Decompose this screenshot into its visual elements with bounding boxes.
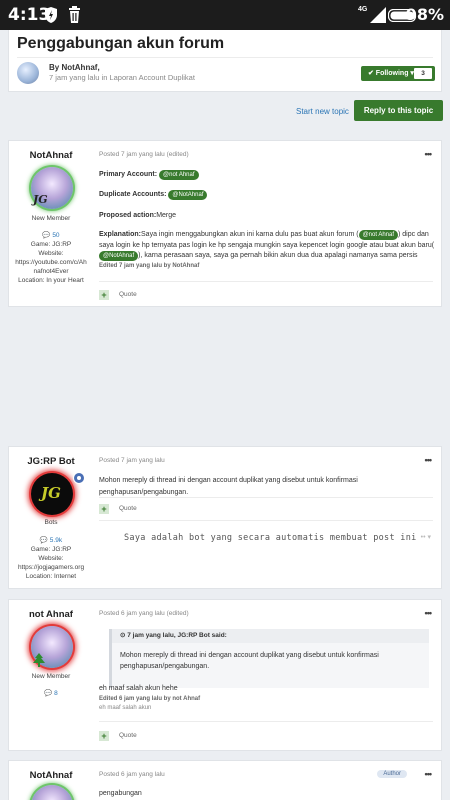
network-type: 4G (358, 6, 368, 13)
post-card: NotAhnaf JG New Member 💬 50 Game: JG:RP … (8, 140, 442, 307)
author-website[interactable]: https://jogjagamers.org (9, 563, 93, 572)
member-badge-icon (33, 653, 45, 667)
edit-reason: eh maaf salah akun (99, 705, 152, 711)
topic-header: Penggabungan akun forum By NotAhnaf, 7 j… (8, 30, 442, 92)
post-date[interactable]: Posted 7 jam yang lalu (99, 457, 165, 464)
divider (17, 57, 433, 58)
edited-note: Edited 6 jam yang lalu by not Ahnaf (99, 696, 201, 702)
author-game: Game: JG:RP (30, 546, 72, 553)
post-card: not Ahnaf New Member 💬 8 Posted 6 jam ya… (8, 599, 442, 751)
following-label: ✔ Following ▾ (368, 70, 414, 77)
divider (99, 497, 433, 498)
signature-text: Saya adalah bot yang secara automatis me… (124, 533, 417, 543)
avatar-logo-text: JG (41, 484, 61, 502)
primary-label: Primary Account: (99, 171, 158, 178)
mention-link[interactable]: @NotAhnaf (168, 190, 208, 200)
proposed-label: Proposed action: (99, 212, 157, 219)
author-rank: Bots (44, 519, 58, 526)
topic-author[interactable]: By NotAhnaf, (49, 63, 100, 72)
author-game: Game: JG:RP (30, 241, 72, 248)
battery-percent: 98% (405, 5, 444, 24)
post-author-name[interactable]: not Ahnaf (9, 609, 93, 620)
author-website-label: Website: (38, 555, 64, 562)
proposed-value: Merge (156, 212, 177, 219)
more-options-icon[interactable]: ••• (425, 149, 433, 159)
post-date[interactable]: Posted 6 jam yang lalu (99, 771, 165, 778)
quote-button[interactable]: Quote (119, 732, 137, 739)
author-post-count[interactable]: 💬 8 (9, 689, 93, 698)
author-website[interactable]: https://youtube.com/c/Ah (9, 258, 93, 267)
reaction-plus-icon[interactable]: + (99, 504, 109, 514)
quote-block: ⊙ 7 jam yang lalu, JG:RP Bot said: Mohon… (109, 629, 429, 688)
shield-lightning-icon (45, 7, 57, 23)
post-card: JG:RP Bot JG Bots 💬 5.9k Game: JG:RP Web… (8, 446, 442, 589)
more-options-icon[interactable]: ••• (425, 608, 433, 618)
author-rank: New Member (31, 673, 71, 680)
trash-icon (69, 6, 80, 23)
post-author-name[interactable]: NotAhnaf (9, 150, 93, 161)
signature-options-icon[interactable]: •• ▾ (421, 533, 431, 541)
author-location: Location: In your Heart (18, 277, 84, 284)
start-new-topic-link[interactable]: Start new topic (296, 107, 349, 116)
edited-note: Edited 7 jam yang lalu by NotAhnaf (99, 263, 200, 269)
post-text: Mohon mereply di thread ini dengan accou… (99, 477, 358, 496)
author-rank: New Member (31, 215, 71, 222)
post-text: eh maaf salah akun hehe (99, 685, 178, 692)
post-date[interactable]: Posted 6 jam yang lalu (edited) (99, 610, 189, 617)
divider (99, 721, 433, 722)
quote-button[interactable]: Quote (119, 505, 137, 512)
author-post-count[interactable]: 💬 5.9k (9, 536, 93, 545)
post-text: pengabungan (99, 790, 142, 797)
post-author-name[interactable]: NotAhnaf (9, 770, 93, 781)
author-location: Location: Internet (25, 573, 77, 580)
mention-link[interactable]: @NotAhnaf (99, 251, 139, 261)
bot-badge-icon (73, 472, 85, 484)
duplicate-label: Duplicate Accounts: (99, 191, 167, 198)
mention-link[interactable]: @not Ahnaf (159, 170, 199, 180)
reply-to-topic-button[interactable]: Reply to this topic (354, 100, 443, 121)
signature-divider (99, 520, 433, 521)
post-card: NotAhnaf Posted 6 jam yang lalu Author •… (8, 760, 442, 800)
duplicate-account-line: Duplicate Accounts: @NotAhnaf (99, 189, 208, 201)
signal-icon (370, 7, 386, 23)
page-title: Penggabungan akun forum (17, 35, 225, 52)
avatar-overlay: JG (33, 193, 48, 206)
post-author-name[interactable]: JG:RP Bot (9, 456, 93, 467)
author-post-count[interactable]: 💬 50 (9, 231, 93, 240)
following-count: 3 (414, 68, 432, 79)
more-options-icon[interactable]: ••• (425, 769, 433, 779)
mention-link[interactable]: @not Ahnaf (358, 230, 399, 240)
reaction-plus-icon[interactable]: + (99, 731, 109, 741)
explanation-text: Explanation:Saya ingin menggabungkan aku… (99, 230, 435, 261)
quote-button[interactable]: Quote (119, 291, 137, 298)
author-avatar[interactable] (17, 62, 39, 84)
post-date[interactable]: Posted 7 jam yang lalu (edited) (99, 151, 189, 158)
proposed-action-line: Proposed action:Merge (99, 210, 176, 222)
author-website[interactable]: nafnot4Ever (9, 267, 93, 276)
following-button[interactable]: ✔ Following ▾ 3 (361, 66, 435, 81)
explanation-label: Explanation: (99, 231, 142, 238)
more-options-icon[interactable]: ••• (425, 455, 433, 465)
author-avatar[interactable] (31, 785, 73, 800)
quote-text: Mohon mereply di thread ini dengan accou… (120, 652, 379, 670)
reaction-plus-icon[interactable]: + (99, 290, 109, 300)
author-badge: Author (377, 770, 407, 778)
quote-header[interactable]: ⊙ 7 jam yang lalu, JG:RP Bot said: (112, 629, 429, 643)
author-website-label: Website: (38, 250, 64, 257)
topic-meta[interactable]: 7 jam yang lalu in Laporan Account Dupli… (49, 73, 195, 82)
primary-account-line: Primary Account: @not Ahnaf (99, 169, 199, 181)
status-bar: 4:13 4G 98% (0, 0, 450, 30)
divider (99, 281, 433, 282)
